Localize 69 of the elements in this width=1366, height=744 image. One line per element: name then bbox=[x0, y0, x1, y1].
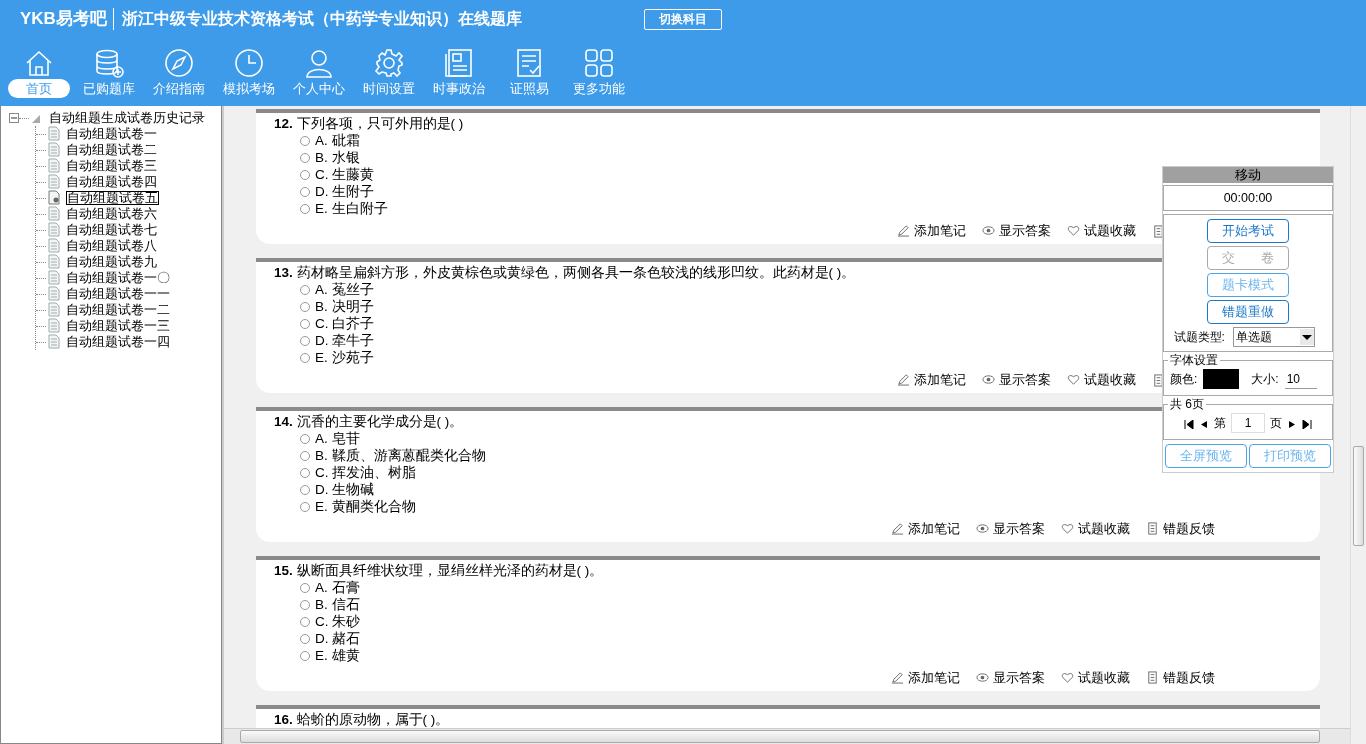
type-label: 试题类型: bbox=[1173, 329, 1225, 347]
answer-option[interactable]: E. 沙苑子 bbox=[300, 349, 374, 366]
question-text: 14. 沉香的主要化学成分是( )。 bbox=[274, 413, 464, 430]
group-label: 字体设置 bbox=[1168, 352, 1220, 369]
answer-option[interactable]: D. 生附子 bbox=[300, 183, 375, 200]
question-type-dropdown[interactable]: 单选题 bbox=[1232, 327, 1315, 348]
answer-option[interactable]: B. 鞣质、游离蒽醌类化合物 bbox=[300, 447, 486, 464]
question-text: 12. 下列各项，只可外用的是( ) bbox=[274, 115, 464, 132]
panel-title[interactable]: 移动 bbox=[1163, 167, 1333, 183]
tree-item[interactable]: 自动组题试卷三 bbox=[66, 159, 157, 173]
answer-option[interactable]: A. 石膏 bbox=[300, 579, 360, 596]
answer-link[interactable]: 显示答案 bbox=[976, 520, 1045, 539]
feedback-link[interactable]: 错题反馈 bbox=[1146, 669, 1215, 688]
favorite-link[interactable]: 试题收藏 bbox=[1061, 520, 1130, 539]
note-link[interactable]: 添加笔记 bbox=[897, 371, 966, 390]
tree-item[interactable]: 自动组题试卷一 bbox=[66, 127, 157, 141]
answer-link[interactable]: 显示答案 bbox=[982, 222, 1051, 241]
tree-item[interactable]: 自动组题试卷一三 bbox=[66, 319, 170, 333]
group-label: 共 6页 bbox=[1168, 396, 1206, 413]
tree-item[interactable]: 自动组题试卷一二 bbox=[66, 303, 170, 317]
answer-option[interactable]: C. 挥发油、树脂 bbox=[300, 464, 417, 481]
timer-display: 00:00:00 bbox=[1163, 185, 1333, 211]
note-link[interactable]: 添加笔记 bbox=[891, 520, 960, 539]
question-text: 13. 药材略呈扁斜方形，外皮黄棕色或黄绿色，两侧各具一条色较浅的线形凹纹。此药材是( )。 bbox=[274, 264, 856, 281]
answer-option[interactable]: E. 雄黄 bbox=[300, 647, 360, 664]
tree-item[interactable]: 自动组题试卷五 bbox=[66, 191, 159, 205]
size-label: 大小: bbox=[1251, 371, 1279, 389]
tree-item[interactable]: 自动组题试卷一一 bbox=[66, 287, 170, 301]
answer-option[interactable]: B. 决明子 bbox=[300, 298, 374, 315]
answer-option[interactable]: D. 生物碱 bbox=[300, 481, 375, 498]
answer-link[interactable]: 显示答案 bbox=[976, 669, 1045, 688]
panel-button[interactable]: 错题重做 bbox=[1207, 300, 1289, 324]
tree-item[interactable]: 自动组题试卷七 bbox=[66, 223, 157, 237]
page-field[interactable]: 1 bbox=[1231, 413, 1265, 434]
favorite-link[interactable]: 试题收藏 bbox=[1067, 371, 1136, 390]
page-label: 第 bbox=[1214, 415, 1226, 433]
answer-option[interactable]: D. 赭石 bbox=[300, 630, 361, 647]
favorite-link[interactable]: 试题收藏 bbox=[1067, 222, 1136, 241]
page-label: 页 bbox=[1270, 415, 1282, 433]
answer-option[interactable]: B. 水银 bbox=[300, 149, 360, 166]
tree-item[interactable]: 自动组题试卷八 bbox=[66, 239, 157, 253]
answer-link[interactable]: 显示答案 bbox=[982, 371, 1051, 390]
color-label: 颜色: bbox=[1170, 371, 1198, 389]
answer-option[interactable]: A. 菟丝子 bbox=[300, 281, 374, 298]
tree-root-label[interactable]: 自动组题生成试卷历史记录 bbox=[49, 111, 205, 125]
note-link[interactable]: 添加笔记 bbox=[897, 222, 966, 241]
app-title: 浙江中级专业技术资格考试（中药学专业知识）在线题库 bbox=[120, 9, 522, 29]
answer-option[interactable]: E. 黄酮类化合物 bbox=[300, 498, 416, 515]
question-text: 15. 纵断面具纤维状纹理，显绢丝样光泽的药材是( )。 bbox=[274, 562, 604, 579]
tree-item[interactable]: 自动组题试卷二 bbox=[66, 143, 157, 157]
answer-option[interactable]: E. 生白附子 bbox=[300, 200, 388, 217]
answer-option[interactable]: B. 信石 bbox=[300, 596, 360, 613]
answer-option[interactable]: A. 砒霜 bbox=[300, 132, 360, 149]
tree-item[interactable]: 自动组题试卷四 bbox=[66, 175, 157, 189]
answer-option[interactable]: C. 朱砂 bbox=[300, 613, 361, 630]
favorite-link[interactable]: 试题收藏 bbox=[1061, 669, 1130, 688]
answer-option[interactable]: A. 皂苷 bbox=[300, 430, 360, 447]
app-logo: YKB易考吧 bbox=[20, 8, 114, 30]
tree-item[interactable]: 自动组题试卷九 bbox=[66, 255, 157, 269]
tree-item[interactable]: 自动组题试卷一〇 bbox=[66, 271, 170, 285]
tree-item[interactable]: 自动组题试卷一四 bbox=[66, 335, 170, 349]
question-text: 16. 蛤蚧的原动物，属于( )。 bbox=[274, 711, 450, 728]
answer-option[interactable]: D. 牵牛子 bbox=[300, 332, 375, 349]
tree-item[interactable]: 自动组题试卷六 bbox=[66, 207, 157, 221]
answer-option[interactable]: C. 生藤黄 bbox=[300, 166, 375, 183]
note-link[interactable]: 添加笔记 bbox=[891, 669, 960, 688]
answer-option[interactable]: C. 白芥子 bbox=[300, 315, 375, 332]
panel-button[interactable]: 开始考试 bbox=[1207, 219, 1289, 243]
feedback-link[interactable]: 错题反馈 bbox=[1146, 520, 1215, 539]
